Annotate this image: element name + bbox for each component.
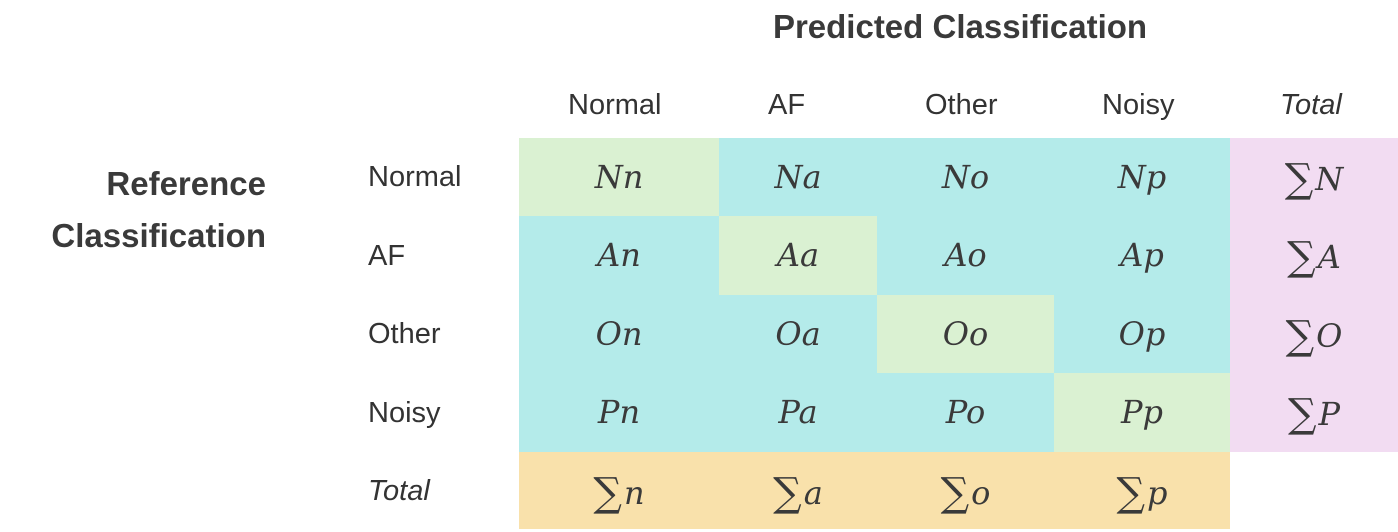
col-header-other: Other	[925, 89, 998, 121]
sigma-icon: ∑	[1116, 470, 1146, 516]
col-total-n-label: n	[623, 474, 645, 512]
col-total-a: ∑a	[719, 452, 877, 529]
cell-na: Na	[719, 138, 877, 217]
row-total-p-label: P	[1318, 395, 1341, 433]
col-total-n: ∑n	[519, 452, 719, 529]
row-total-p: ∑P	[1230, 373, 1398, 452]
row-header-normal: Normal	[368, 161, 462, 193]
row-total-o: ∑O	[1230, 295, 1398, 374]
row-total-a: ∑A	[1230, 216, 1398, 295]
cell-po: Po	[877, 373, 1054, 452]
row-header-af: AF	[368, 240, 406, 272]
cell-no: No	[877, 138, 1054, 217]
col-total-o-label: o	[971, 474, 991, 512]
col-total-o: ∑o	[877, 452, 1054, 529]
sigma-icon: ∑	[593, 470, 622, 516]
reference-classification-label: Reference Classification	[0, 158, 266, 262]
col-total-p: ∑p	[1054, 452, 1230, 529]
reference-label-line-1: Reference	[106, 165, 266, 202]
cell-an: An	[519, 216, 719, 295]
cell-on: On	[519, 295, 719, 374]
cell-aa: Aa	[719, 216, 877, 295]
row-total-o-label: O	[1316, 317, 1343, 355]
sigma-icon: ∑	[940, 470, 970, 516]
row-total-n-label: N	[1315, 160, 1344, 198]
cell-oa: Oa	[719, 295, 877, 374]
sigma-icon: ∑	[773, 470, 802, 516]
cell-nn: Nn	[519, 138, 719, 217]
col-header-total: Total	[1280, 89, 1342, 121]
cell-pp: Pp	[1054, 373, 1230, 452]
predicted-classification-title: Predicted Classification	[772, 8, 1148, 45]
reference-label-line-2: Classification	[51, 217, 266, 254]
sigma-icon: ∑	[1287, 234, 1316, 280]
sigma-icon: ∑	[1285, 313, 1315, 359]
sigma-icon: ∑	[1284, 156, 1314, 202]
cell-ao: Ao	[877, 216, 1054, 295]
col-total-a-label: a	[803, 474, 823, 512]
row-header-noisy: Noisy	[368, 397, 441, 429]
col-header-af: AF	[768, 89, 806, 121]
cell-np: Np	[1054, 138, 1230, 217]
cell-pn: Pn	[519, 373, 719, 452]
cell-op: Op	[1054, 295, 1230, 374]
cell-oo: Oo	[877, 295, 1054, 374]
cell-pa: Pa	[719, 373, 877, 452]
cell-ap: Ap	[1054, 216, 1230, 295]
row-header-total: Total	[368, 475, 430, 507]
row-total-n: ∑N	[1230, 138, 1398, 217]
sigma-icon: ∑	[1287, 391, 1317, 437]
col-header-normal: Normal	[568, 89, 662, 121]
row-total-a-label: A	[1317, 238, 1341, 276]
col-header-noisy: Noisy	[1102, 89, 1175, 121]
col-total-p-label: p	[1147, 474, 1168, 512]
row-header-other: Other	[368, 318, 441, 350]
